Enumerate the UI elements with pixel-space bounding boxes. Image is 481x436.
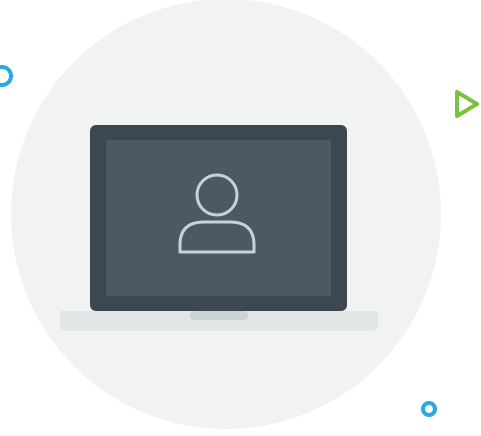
laptop-screen [106,140,331,296]
ring-icon [0,65,13,87]
laptop-illustration [0,0,479,429]
laptop-notch [190,311,248,320]
play-triangle-icon [455,90,479,118]
illustration-canvas [0,0,481,436]
laptop-icon [60,125,378,331]
dot-ring-icon [421,401,437,417]
